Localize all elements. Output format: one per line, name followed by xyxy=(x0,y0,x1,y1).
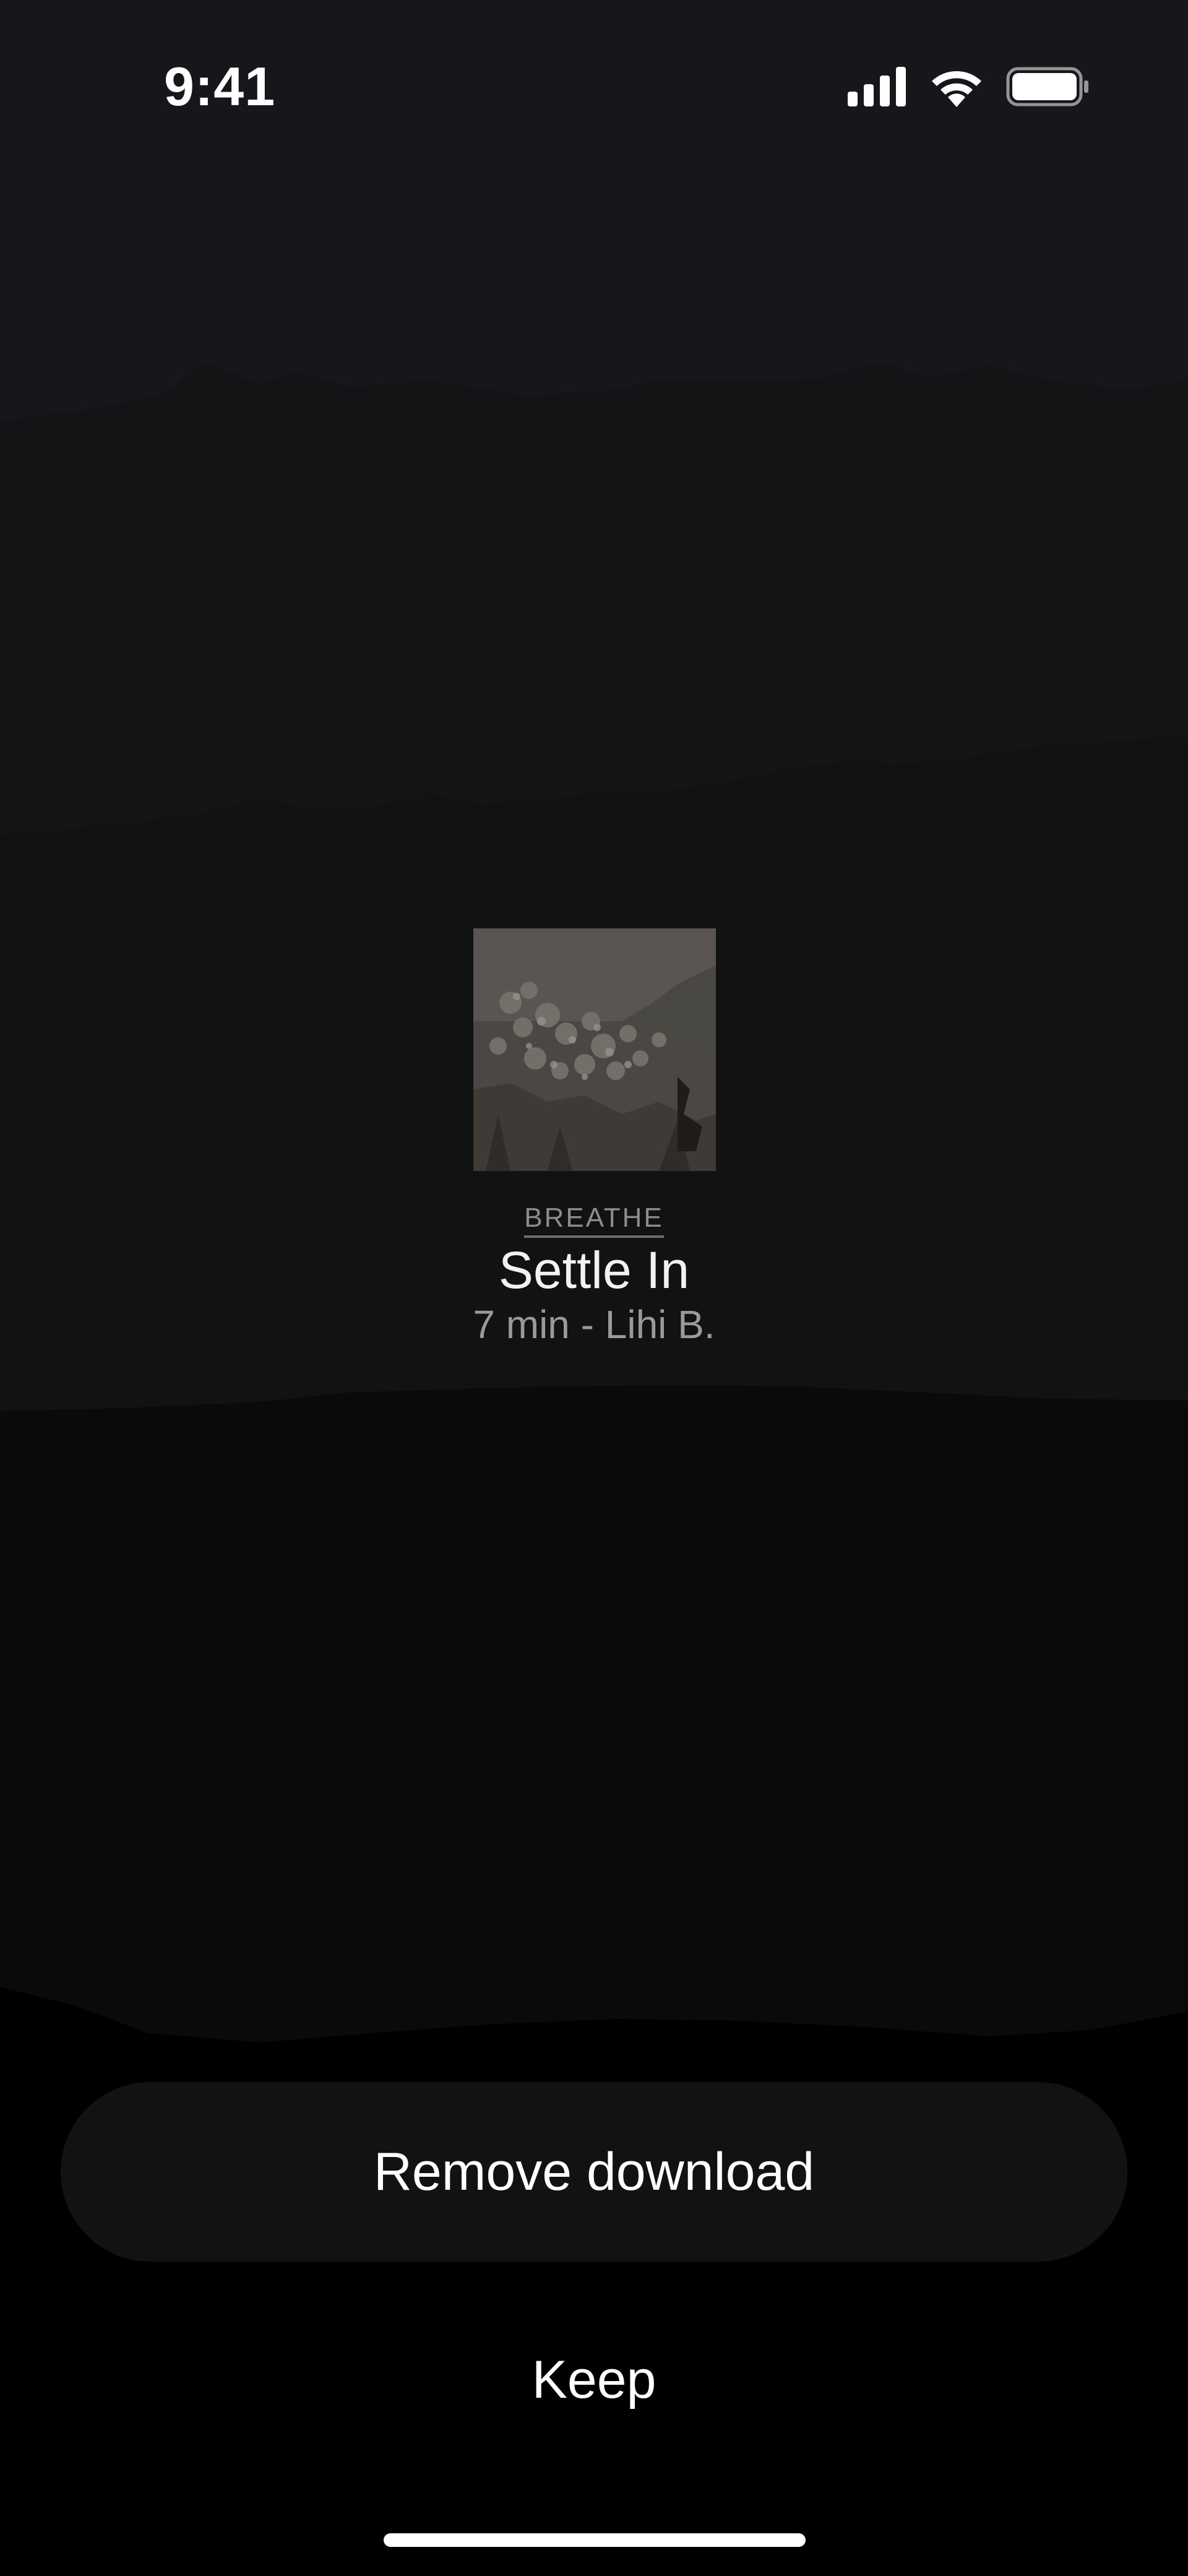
keep-button[interactable]: Keep xyxy=(408,2333,780,2426)
battery-icon xyxy=(1006,67,1088,106)
remove-download-button[interactable]: Remove download xyxy=(61,2082,1127,2262)
download-options-screen: 9:41 BREATHE Settle In 7 min - Lihi B. R… xyxy=(0,0,1188,2576)
track-meta: 7 min - Lihi B. xyxy=(473,1302,715,1347)
track-artwork xyxy=(473,928,716,1171)
wifi-icon xyxy=(932,71,981,107)
status-icons xyxy=(848,62,1089,111)
track-category: BREATHE xyxy=(0,1201,1188,1238)
status-bar: 9:41 xyxy=(0,0,1188,186)
cellular-signal-icon xyxy=(848,67,906,106)
home-indicator[interactable] xyxy=(384,2533,806,2547)
track-category-label: BREATHE xyxy=(524,1203,664,1238)
track-title: Settle In xyxy=(498,1241,690,1299)
status-time: 9:41 xyxy=(164,56,276,117)
